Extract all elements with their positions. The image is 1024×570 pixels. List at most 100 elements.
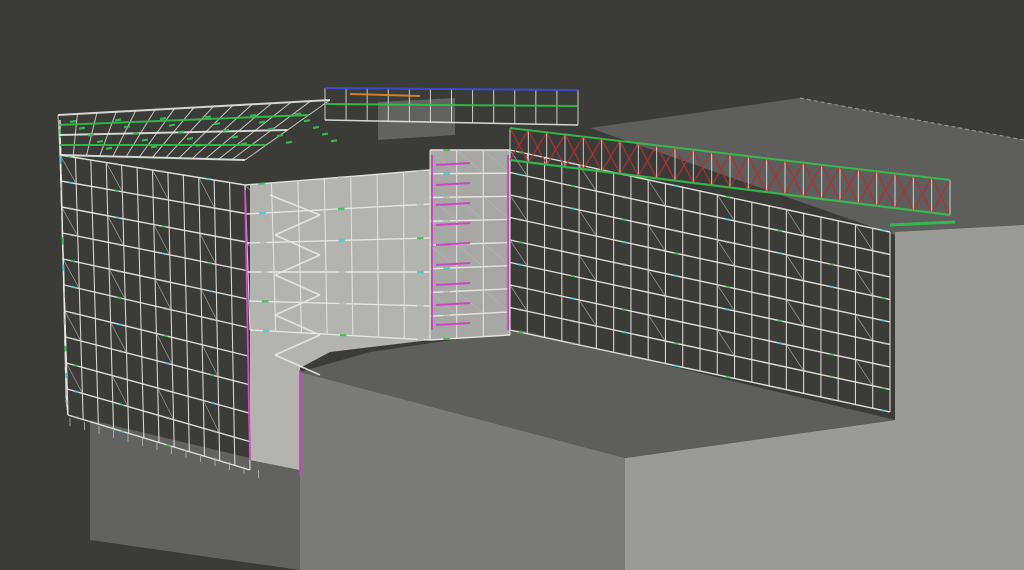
scaffold-brace — [647, 269, 666, 297]
3d-viewport[interactable] — [0, 0, 1024, 570]
scaffold-deck-mark — [725, 285, 731, 289]
scaffold-deck-mark — [75, 416, 80, 420]
scaffold-deck-mark — [777, 251, 783, 255]
scaffold-deck-mark — [673, 251, 679, 255]
scaffold-deck-mark — [570, 252, 575, 255]
scaffold-deck-mark — [117, 323, 123, 327]
scaffold-brace — [578, 209, 597, 237]
scaffold-deck-mark — [777, 364, 783, 368]
scaffold-deck-mark — [881, 251, 886, 255]
scaffold-deck-mark — [725, 195, 731, 199]
scaffold-deck-mark — [209, 317, 214, 321]
roof-deck-board — [159, 116, 167, 121]
roof-deck-board — [213, 122, 221, 126]
scaffold-brace — [199, 233, 217, 265]
scaffold-deck-mark — [166, 443, 171, 447]
scaffold-deck-mark — [622, 240, 627, 244]
scaffold-brace — [62, 258, 80, 289]
scaffold-deck-mark — [210, 373, 215, 377]
scaffold-facade-left-side — [59, 119, 69, 416]
roof-deck-board — [87, 133, 95, 137]
roof-deck-board — [177, 130, 185, 134]
roof-deck-board — [285, 140, 293, 144]
right-roof-brace — [509, 129, 529, 161]
scaffold-deck-mark — [71, 285, 76, 289]
roof-deck-board — [141, 138, 149, 142]
roof-deck-board — [258, 120, 266, 124]
scaffold-deck-mark — [165, 416, 171, 420]
right-roof-brace — [564, 136, 584, 168]
scaffold-deck-mark — [570, 162, 575, 165]
scaffold-brace — [647, 179, 666, 207]
scaffold-deck-mark — [120, 403, 125, 407]
scaffold-deck-mark — [881, 341, 886, 345]
scaffold-deck-mark — [777, 341, 783, 345]
scaffold-deck-mark — [829, 217, 835, 221]
scaffold-deck-mark — [207, 233, 212, 237]
scaffold-deck-mark — [622, 263, 627, 267]
scaffold-brace — [578, 254, 597, 282]
roof-deck-board — [276, 134, 284, 138]
roof-deck-board — [78, 126, 86, 130]
scaffold-deck-mark — [113, 162, 118, 166]
scaffold-brace — [786, 344, 804, 372]
scaffold-deck-mark — [72, 311, 77, 315]
scaffold-deck-mark — [211, 429, 216, 433]
scaffold-deck-mark — [207, 261, 213, 265]
roof-deck-board — [267, 127, 275, 131]
scaffold-deck-mark — [673, 364, 679, 368]
upper-mid-rail — [324, 103, 579, 107]
roof-deck-board — [132, 131, 140, 135]
scaffold-deck-mark — [518, 263, 524, 267]
roof-deck-board — [294, 112, 302, 116]
scaffold-deck-mark — [881, 229, 886, 233]
scaffold-brace — [111, 375, 129, 407]
scaffold-deck-mark — [65, 399, 68, 406]
scaffold-deck-mark — [161, 252, 167, 256]
scaffold-deck-mark — [165, 389, 170, 393]
scaffold-deck-mark — [881, 274, 886, 278]
scaffold-deck-mark — [518, 218, 524, 222]
scaffold-deck-mark — [622, 218, 627, 222]
roof-deck-board — [186, 137, 194, 141]
scaffold-deck-mark — [208, 289, 213, 293]
scaffold-deck-mark — [206, 205, 212, 209]
scaffold-brace — [105, 162, 123, 193]
roof-deck-board — [330, 139, 338, 143]
scaffold-deck-mark — [570, 229, 575, 233]
scaffold-deck-mark — [115, 216, 120, 219]
building-volumes — [90, 98, 1024, 570]
scaffold-deck-mark — [673, 206, 679, 210]
scaffold-deck-mark — [570, 274, 575, 278]
scaffold-brace — [154, 278, 172, 310]
scaffold-deck-mark — [518, 308, 524, 312]
scaffold-3d-scene — [57, 87, 1024, 570]
scaffold-deck-mark — [881, 296, 886, 300]
scaffold-deck-mark — [777, 274, 783, 278]
scaffold-deck-mark — [206, 177, 211, 181]
roof-deck-board — [204, 115, 212, 119]
scaffold-brace — [153, 224, 171, 256]
scaffold-deck-mark — [673, 296, 679, 300]
scaffold-deck-mark — [673, 319, 679, 323]
scaffold-brace — [855, 314, 874, 341]
scaffold-deck-mark — [69, 233, 75, 237]
scaffold-brace — [716, 194, 735, 222]
scaffold-deck-mark — [258, 182, 265, 185]
scaffold-deck-mark — [622, 308, 627, 312]
scaffold-deck-mark — [69, 207, 74, 211]
scaffold-brace — [647, 314, 666, 342]
roof-deck-board — [150, 145, 158, 149]
scaffold-deck-mark — [117, 296, 122, 300]
scaffold-brace — [509, 239, 528, 267]
scaffold-facade-left — [59, 154, 251, 471]
roof-deck-board — [69, 119, 77, 124]
scaffold-deck-mark — [518, 195, 524, 199]
roof-deck-board — [321, 132, 329, 136]
scaffold-deck-mark — [164, 361, 169, 365]
scaffold-deck-mark — [570, 297, 575, 300]
scaffold-brace — [855, 269, 874, 296]
scaffold-deck-mark — [416, 169, 424, 173]
scaffold-edge-accent — [244, 189, 251, 461]
scaffold-deck-mark — [725, 240, 731, 244]
